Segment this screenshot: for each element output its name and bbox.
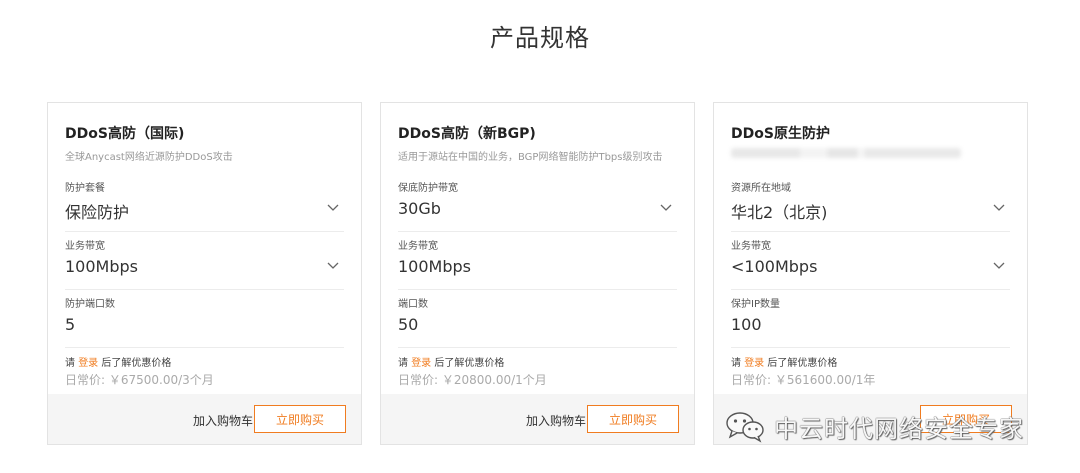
daily-price: 日常价: ￥67500.00/3个月 (65, 373, 214, 387)
login-link[interactable]: 登录 (744, 358, 764, 369)
field-label: 业务带宽 (731, 241, 771, 252)
daily-price: 日常价: ￥561600.00/1年 (731, 373, 876, 387)
chevron-down-icon (327, 262, 339, 269)
card-subtitle: 适用于源站在中国的业务，BGP网络智能防护Tbps级别攻击 (398, 152, 663, 163)
chevron-down-icon (993, 262, 1005, 269)
login-link[interactable]: 登录 (411, 358, 431, 369)
guaranteed-bandwidth-select[interactable]: 保底防护带宽 30Gb (398, 175, 677, 232)
region-select[interactable]: 资源所在地域 华北2（北京) (731, 175, 1010, 232)
buy-now-button[interactable]: 立即购买 (254, 405, 346, 433)
field-label: 防护套餐 (65, 183, 105, 194)
login-prefix: 请 (731, 358, 741, 369)
field-value: 50 (398, 315, 419, 334)
product-card-ddos-international: DDoS高防（国际) 全球Anycast网络近源防护DDoS攻击 防护套餐 保险… (47, 102, 362, 445)
business-bandwidth-select[interactable]: 业务带宽 100Mbps (65, 233, 344, 290)
login-prefix: 请 (398, 358, 408, 369)
field-value: 100Mbps (398, 257, 471, 276)
chevron-down-icon (660, 204, 672, 211)
field-label: 业务带宽 (65, 241, 105, 252)
card-title: DDoS原生防护 (731, 126, 830, 142)
login-prompt: 请 登录 后了解优惠价格 (398, 354, 504, 369)
card-footer: 加入购物车 立即购买 (48, 394, 361, 444)
business-bandwidth-select[interactable]: 业务带宽 <100Mbps (731, 233, 1010, 290)
protection-ports-field[interactable]: 防护端口数 5 (65, 291, 344, 348)
card-title: DDoS高防（国际) (65, 126, 185, 142)
field-value: <100Mbps (731, 257, 818, 276)
field-label: 保底防护带宽 (398, 183, 458, 194)
business-bandwidth-field[interactable]: 业务带宽 100Mbps (398, 233, 677, 290)
add-to-cart-link[interactable]: 加入购物车 (526, 412, 586, 429)
field-value: 100 (731, 315, 762, 334)
login-prompt: 请 登录 后了解优惠价格 (731, 354, 837, 369)
field-label: 保护IP数量 (731, 299, 780, 310)
chevron-down-icon (327, 204, 339, 211)
field-label: 防护端口数 (65, 299, 115, 310)
field-label: 业务带宽 (398, 241, 438, 252)
ports-field[interactable]: 端口数 50 (398, 291, 677, 348)
daily-price: 日常价: ￥20800.00/1个月 (398, 373, 547, 387)
product-card-ddos-native: DDoS原生防护 资源所在地域 华北2（北京) 业务带宽 <100Mbps 保护… (713, 102, 1028, 445)
login-suffix: 后了解优惠价格 (767, 358, 838, 369)
field-value: 保险防护 (65, 203, 130, 222)
card-footer: 加入购物车 立即购买 (381, 394, 694, 444)
product-cards: DDoS高防（国际) 全球Anycast网络近源防护DDoS攻击 防护套餐 保险… (47, 102, 1032, 447)
add-to-cart-link[interactable]: 加入购物车 (193, 412, 253, 429)
field-label: 资源所在地域 (731, 183, 791, 194)
card-subtitle-blurred (731, 148, 961, 158)
field-label: 端口数 (398, 299, 428, 310)
login-suffix: 后了解优惠价格 (434, 358, 505, 369)
field-value: 华北2（北京) (731, 203, 828, 222)
login-prefix: 请 (65, 358, 75, 369)
wechat-icon (726, 412, 764, 443)
login-prompt: 请 登录 后了解优惠价格 (65, 354, 171, 369)
protected-ip-count-field[interactable]: 保护IP数量 100 (731, 291, 1010, 348)
protection-package-select[interactable]: 防护套餐 保险防护 (65, 175, 344, 232)
card-subtitle: 全球Anycast网络近源防护DDoS攻击 (65, 152, 233, 163)
watermark-text: 中云时代网络安全专家 (774, 414, 1024, 443)
chevron-down-icon (993, 204, 1005, 211)
page-title: 产品规格 (490, 24, 590, 52)
login-link[interactable]: 登录 (78, 358, 98, 369)
card-title: DDoS高防（新BGP) (398, 126, 536, 142)
field-value: 100Mbps (65, 257, 138, 276)
watermark: 中云时代网络安全专家 (724, 408, 1024, 444)
product-card-ddos-bgp: DDoS高防（新BGP) 适用于源站在中国的业务，BGP网络智能防护Tbps级别… (380, 102, 695, 445)
buy-now-button[interactable]: 立即购买 (587, 405, 679, 433)
field-value: 5 (65, 315, 76, 334)
login-suffix: 后了解优惠价格 (101, 358, 172, 369)
field-value: 30Gb (398, 199, 441, 218)
